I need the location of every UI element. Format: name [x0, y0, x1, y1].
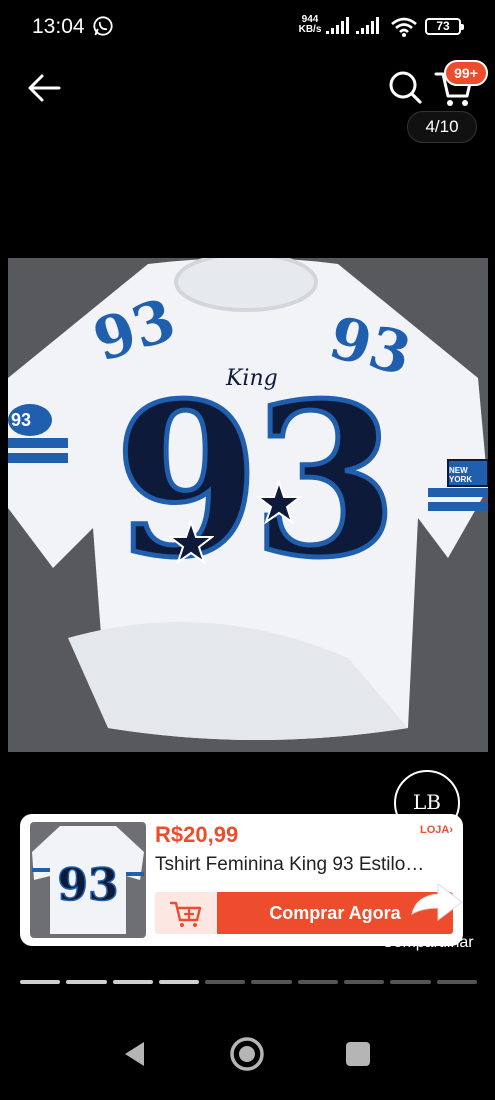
chest-number: 93 — [111, 357, 400, 604]
cart-badge: 99+ — [444, 60, 488, 86]
progress-segment — [436, 980, 477, 984]
battery-indicator: 73 — [425, 18, 464, 35]
product-thumbnail[interactable]: 93 — [30, 822, 146, 938]
image-progress — [20, 980, 477, 985]
progress-segment — [20, 980, 61, 984]
image-page-counter: 4/10 — [407, 111, 477, 143]
thumbnail-tshirt: 93 — [32, 826, 144, 934]
store-link-label: LOJA — [419, 824, 450, 836]
progress-segment — [112, 980, 153, 984]
whatsapp-icon — [93, 16, 113, 36]
progress-segment — [344, 980, 385, 984]
progress-segment — [158, 980, 200, 984]
status-bar: 13:04 944 KB/s 73 — [0, 0, 495, 52]
star-icon-2 — [256, 480, 302, 524]
svg-text:93: 93 — [57, 860, 118, 911]
add-to-cart-button[interactable] — [155, 892, 217, 934]
nav-home-icon[interactable] — [229, 1036, 265, 1072]
product-title[interactable]: Tshirt Feminina King 93 Estilo… — [155, 854, 445, 876]
nav-back-icon[interactable] — [122, 1040, 148, 1068]
chevron-right-icon: › — [449, 824, 453, 836]
progress-segment — [205, 980, 246, 984]
store-logo-text: LB — [413, 790, 441, 814]
sleeve-oval-number: 93 — [11, 410, 32, 430]
wifi-icon — [391, 17, 417, 37]
progress-segment — [251, 980, 292, 984]
sleeve-patch-text: NEW YORK — [449, 466, 473, 484]
product-card[interactable]: 93 R$20,99 LOJA› Tshirt Feminina King 93… — [20, 814, 463, 946]
network-speed-unit: KB/s — [298, 24, 322, 35]
progress-segment — [390, 980, 431, 984]
nav-recent-apps-icon[interactable] — [346, 1042, 370, 1066]
product-price: R$20,99 — [155, 822, 239, 847]
progress-segment — [66, 980, 107, 984]
signal-icon — [326, 17, 349, 34]
share-icon[interactable] — [408, 876, 466, 932]
signal-icon-2 — [356, 17, 379, 34]
store-link[interactable]: LOJA› — [420, 824, 453, 836]
progress-segment — [297, 980, 339, 984]
back-arrow-icon[interactable] — [24, 68, 64, 108]
product-image[interactable]: 93 93 93 NEW YORK King 93 — [8, 258, 488, 752]
network-speed: 944 KB/s — [297, 15, 323, 35]
status-time: 13:04 — [32, 15, 85, 38]
share-label[interactable]: Compartilhar — [382, 934, 474, 952]
star-icon — [168, 520, 214, 564]
search-icon[interactable] — [386, 68, 424, 106]
cart-plus-icon — [169, 901, 202, 927]
